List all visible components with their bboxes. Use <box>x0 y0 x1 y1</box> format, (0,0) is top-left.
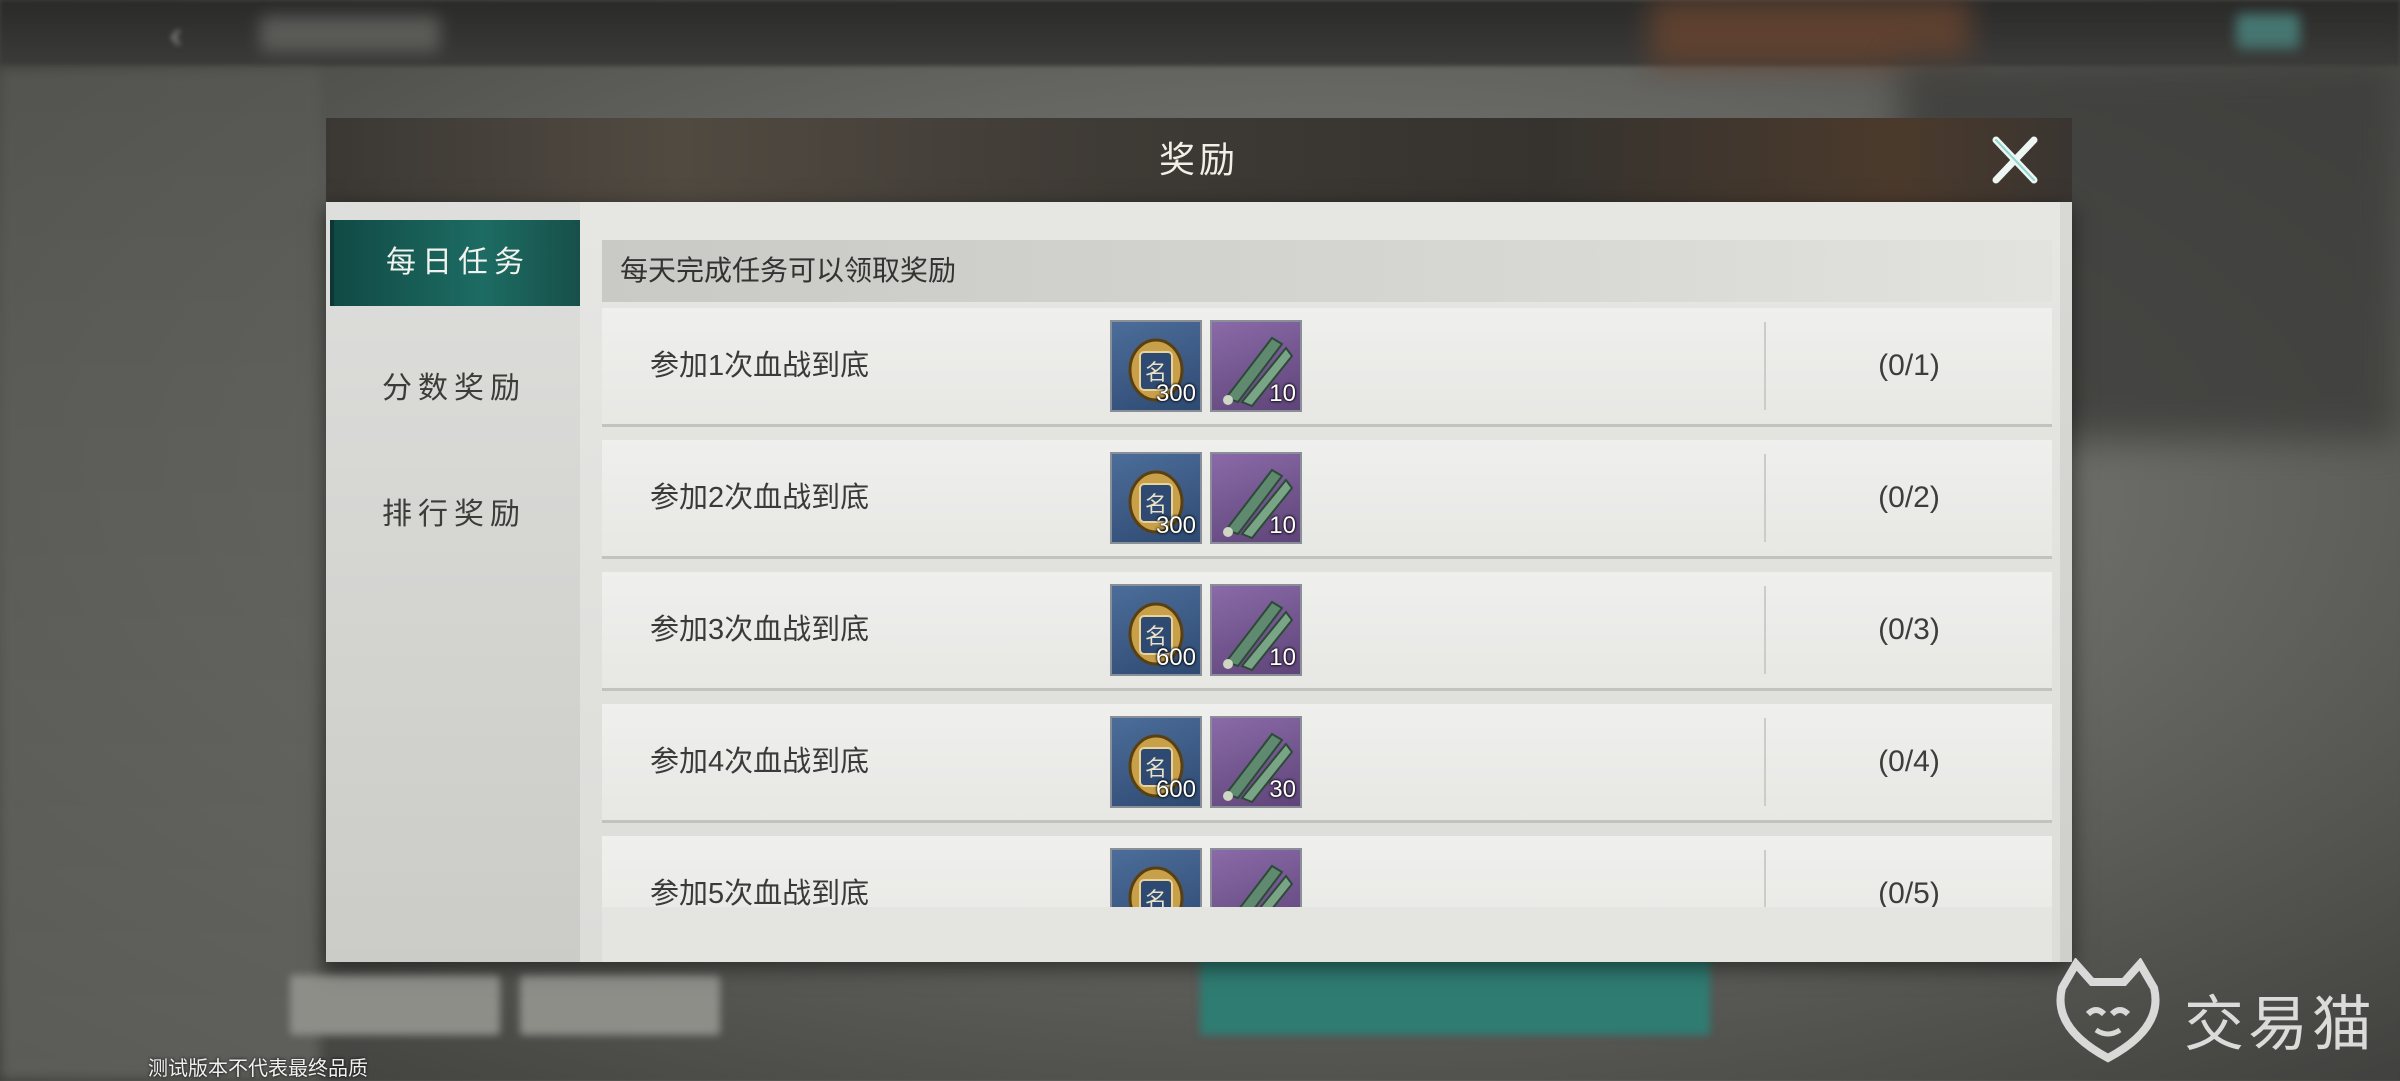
background-title <box>260 16 440 52</box>
task-progress: (0/1) <box>1878 349 1940 382</box>
reward-count: 10 <box>1269 644 1296 671</box>
list-bottom-edge <box>602 907 2052 962</box>
reward-count: 30 <box>1269 776 1296 803</box>
task-label: 参加2次血战到底 <box>650 482 870 514</box>
sidebar: 每日任务 分数奖励 排行奖励 <box>326 202 582 962</box>
tab-score-rewards[interactable]: 分数奖励 <box>330 346 578 432</box>
close-button[interactable] <box>1984 130 2044 190</box>
reward-item[interactable]: 名 <box>1110 848 1202 912</box>
reward-item[interactable]: 名 300 <box>1110 452 1202 544</box>
modal-title: 奖励 <box>1158 139 1239 180</box>
notice-text: 每天完成任务可以领取奖励 <box>620 255 957 286</box>
reward-count: 600 <box>1155 644 1196 671</box>
reward-count: 600 <box>1155 776 1196 803</box>
task-progress: (0/2) <box>1878 481 1940 514</box>
brand-name: 交易猫 <box>2184 991 2376 1058</box>
name-token-icon: 名 <box>1128 866 1184 912</box>
reward-count: 300 <box>1155 512 1196 539</box>
background-start-button <box>1200 955 1710 1035</box>
cat-logo-icon <box>2056 958 2160 1063</box>
reward-modal: 奖励 每日任务 分数奖励 排行奖励 每天完成任务可以领取奖励 参加1次血战到底 <box>326 118 2072 962</box>
modal-body: 每日任务 分数奖励 排行奖励 每天完成任务可以领取奖励 参加1次血战到底 名 3… <box>326 202 2072 962</box>
reward-count: 10 <box>1269 380 1296 407</box>
task-row[interactable]: 参加3次血战到底 名 600 10 (0/3) <box>602 572 2052 691</box>
task-progress: (0/5) <box>1878 877 1940 910</box>
task-label: 参加3次血战到底 <box>650 614 870 646</box>
reward-count: 300 <box>1155 380 1196 407</box>
close-icon <box>1992 136 2038 184</box>
task-label: 参加1次血战到底 <box>650 350 870 382</box>
background-button-1 <box>290 975 500 1035</box>
background-back-icon: ‹ <box>170 14 182 55</box>
reward-item[interactable]: 10 <box>1210 452 1302 544</box>
reward-item[interactable]: 名 600 <box>1110 584 1202 676</box>
test-version-notice: 测试版本不代表最终品质 <box>148 1058 368 1080</box>
tab-ranking-rewards[interactable]: 排行奖励 <box>330 472 578 558</box>
modal-header: 奖励 <box>326 118 2072 204</box>
brand-watermark: 交易猫 <box>2048 958 2378 1068</box>
task-label: 参加4次血战到底 <box>650 746 870 778</box>
reward-item[interactable]: 10 <box>1210 584 1302 676</box>
background-button-2 <box>520 975 720 1035</box>
task-list[interactable]: 参加1次血战到底 名 300 10 (0/1) 参加2次血战到底 名 300 1… <box>602 308 2052 912</box>
background-corner-button <box>2236 14 2300 50</box>
task-content: 每天完成任务可以领取奖励 参加1次血战到底 名 300 10 (0/1) 参加2… <box>580 202 2060 962</box>
tab-daily-tasks[interactable]: 每日任务 <box>330 220 582 306</box>
reward-count: 10 <box>1269 512 1296 539</box>
reward-item[interactable]: 10 <box>1210 320 1302 412</box>
task-row[interactable]: 参加4次血战到底 名 600 30 (0/4) <box>602 704 2052 823</box>
reward-item[interactable] <box>1210 848 1302 912</box>
task-row[interactable]: 参加1次血战到底 名 300 10 (0/1) <box>602 308 2052 427</box>
notice-bar: 每天完成任务可以领取奖励 <box>602 240 2052 302</box>
task-progress: (0/4) <box>1878 745 1940 778</box>
task-row[interactable]: 参加5次血战到底 名 (0/5) <box>602 836 2052 912</box>
reward-item[interactable]: 名 300 <box>1110 320 1202 412</box>
task-label: 参加5次血战到底 <box>650 878 870 910</box>
reward-item[interactable]: 名 600 <box>1110 716 1202 808</box>
background-glow <box>1650 0 1970 66</box>
task-progress: (0/3) <box>1878 613 1940 646</box>
green-blade-icon <box>1235 864 1294 912</box>
task-row[interactable]: 参加2次血战到底 名 300 10 (0/2) <box>602 440 2052 559</box>
reward-item[interactable]: 30 <box>1210 716 1302 808</box>
background-left-panel <box>0 70 320 1080</box>
